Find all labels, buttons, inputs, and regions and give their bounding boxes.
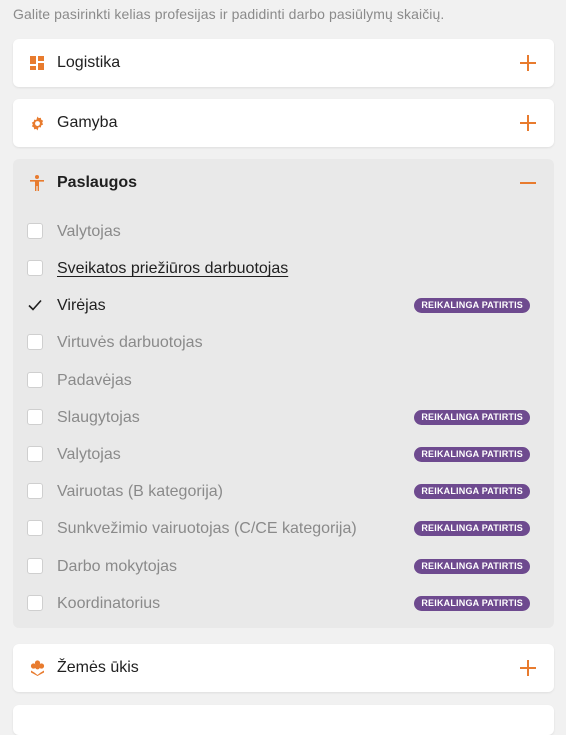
category-title: Paslaugos <box>57 174 138 191</box>
plus-icon[interactable] <box>518 113 538 133</box>
item-label: Virėjas <box>57 297 106 314</box>
category-zemes-ukis[interactable]: Žemės ūkis <box>13 644 554 692</box>
item-label: Padavėjas <box>57 372 132 389</box>
checkbox[interactable] <box>27 334 43 350</box>
gear-icon <box>29 115 45 131</box>
minus-icon[interactable] <box>518 173 538 193</box>
category-gamyba[interactable]: Gamyba <box>13 99 554 147</box>
checkbox[interactable] <box>27 520 43 536</box>
flower-icon <box>29 660 45 676</box>
list-item[interactable]: Valytojas <box>13 219 554 245</box>
checkbox[interactable] <box>27 558 43 574</box>
checkbox[interactable] <box>27 260 43 276</box>
experience-badge: REIKALINGA PATIRTIS <box>414 521 530 536</box>
check-icon <box>28 299 42 311</box>
plus-icon[interactable] <box>518 53 538 73</box>
item-label: Valytojas <box>57 446 121 463</box>
list-item[interactable]: Virtuvės darbuotojas <box>13 330 554 356</box>
list-item[interactable]: Virėjas REIKALINGA PATIRTIS <box>13 293 554 319</box>
list-item[interactable]: Sunkvežimio vairuotojas (C/CE kategorija… <box>13 516 554 542</box>
intro-text: Galite pasirinkti kelias profesijas ir p… <box>13 6 445 22</box>
list-item[interactable]: Valytojas REIKALINGA PATIRTIS <box>13 442 554 468</box>
list-item[interactable]: Vairuotas (B kategorija) REIKALINGA PATI… <box>13 479 554 505</box>
plus-icon[interactable] <box>518 658 538 678</box>
checkbox[interactable] <box>27 372 43 388</box>
item-label: Koordinatorius <box>57 595 161 612</box>
item-label: Vairuotas (B kategorija) <box>57 483 223 500</box>
item-label: Sunkvežimio vairuotojas (C/CE kategorija… <box>57 520 357 537</box>
experience-badge: REIKALINGA PATIRTIS <box>414 410 530 425</box>
item-label[interactable]: Sveikatos priežiūros darbuotojas <box>57 260 288 278</box>
checkbox[interactable] <box>27 223 43 239</box>
item-label: Darbo mokytojas <box>57 558 178 575</box>
experience-badge: REIKALINGA PATIRTIS <box>414 447 530 462</box>
category-next[interactable] <box>13 705 554 735</box>
list-item[interactable]: Darbo mokytojas REIKALINGA PATIRTIS <box>13 554 554 580</box>
category-header[interactable]: Gamyba <box>13 99 554 147</box>
category-logistika[interactable]: Logistika <box>13 39 554 87</box>
list-item[interactable]: Sveikatos priežiūros darbuotojas <box>13 256 554 282</box>
category-title: Gamyba <box>57 114 118 131</box>
item-label: Virtuvės darbuotojas <box>57 334 203 351</box>
experience-badge: REIKALINGA PATIRTIS <box>414 484 530 499</box>
experience-badge: REIKALINGA PATIRTIS <box>414 559 530 574</box>
item-label: Valytojas <box>57 223 121 240</box>
list-item[interactable]: Koordinatorius REIKALINGA PATIRTIS <box>13 591 554 617</box>
checkbox-checked[interactable] <box>27 297 43 313</box>
category-title: Žemės ūkis <box>57 659 139 676</box>
category-title: Logistika <box>57 54 121 71</box>
category-header[interactable]: Logistika <box>13 39 554 87</box>
list-item[interactable]: Padavėjas <box>13 368 554 394</box>
person-icon <box>29 175 45 191</box>
category-header[interactable]: Paslaugos <box>13 159 554 207</box>
experience-badge: REIKALINGA PATIRTIS <box>414 298 530 313</box>
checkbox[interactable] <box>27 595 43 611</box>
category-header[interactable]: Žemės ūkis <box>13 644 554 692</box>
checkbox[interactable] <box>27 446 43 462</box>
list-item[interactable]: Slaugytojas REIKALINGA PATIRTIS <box>13 405 554 431</box>
grid-icon <box>29 55 45 71</box>
experience-badge: REIKALINGA PATIRTIS <box>414 596 530 611</box>
checkbox[interactable] <box>27 483 43 499</box>
checkbox[interactable] <box>27 409 43 425</box>
item-label: Slaugytojas <box>57 409 140 426</box>
